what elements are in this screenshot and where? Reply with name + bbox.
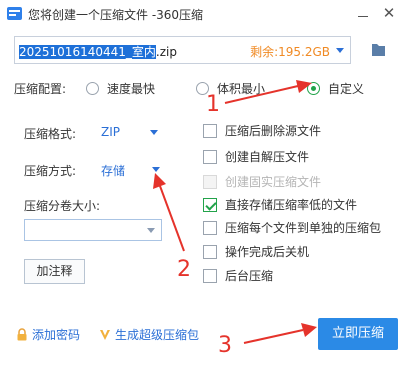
checkbox	[203, 220, 217, 235]
radio-label: 速度最快	[107, 82, 156, 96]
option-background[interactable]: 后台压缩	[203, 267, 273, 284]
checkbox-disabled	[203, 174, 217, 189]
checkbox-label: 操作完成后关机	[225, 245, 310, 259]
minimize-button[interactable]	[355, 6, 371, 22]
output-path-field[interactable]: 20251016140441_室内.zip 剩余:195.2GB	[14, 36, 351, 64]
add-comment-button[interactable]: 加注释	[24, 259, 85, 284]
checkbox-label: 创建自解压文件	[225, 150, 310, 164]
annotation-arrow-3	[243, 323, 317, 344]
option-create-sfx[interactable]: 创建自解压文件	[203, 148, 309, 165]
volume-size-combobox[interactable]	[24, 219, 162, 241]
option-shutdown-after[interactable]: 操作完成后关机	[203, 243, 309, 260]
lock-icon	[17, 328, 27, 341]
free-space-label: 剩余:195.2GB	[250, 45, 330, 59]
radio-indicator-checked	[307, 82, 320, 95]
checkbox-label: 后台压缩	[225, 269, 274, 283]
checkbox-label: 直接存储压缩率低的文件	[225, 198, 358, 212]
option-solid-archive: 创建固实压缩文件	[203, 173, 321, 190]
annotation-number-3: 3	[218, 333, 232, 358]
browse-folder-button[interactable]	[360, 36, 396, 64]
format-dropdown-icon[interactable]	[150, 130, 158, 135]
super-compress-link[interactable]: 生成超级压缩包	[99, 326, 199, 343]
method-label: 压缩方式:	[24, 164, 77, 178]
checkbox-checked	[203, 197, 217, 212]
add-password-link[interactable]: 添加密码	[16, 326, 80, 343]
window-title: 您将创建一个压缩文件 -360压缩	[28, 8, 204, 22]
method-select[interactable]: 存储	[101, 162, 125, 179]
option-separate-archives[interactable]: 压缩每个文件到单独的压缩包	[203, 219, 381, 236]
v-badge-icon	[100, 330, 110, 340]
path-dropdown-icon[interactable]	[336, 48, 344, 53]
config-radio-fastest[interactable]: 速度最快	[86, 80, 155, 97]
folder-icon	[372, 44, 385, 56]
checkbox-label: 创建固实压缩文件	[225, 175, 322, 189]
title-bar: 您将创建一个压缩文件 -360压缩 ✕	[0, 0, 410, 28]
option-delete-source[interactable]: 压缩后删除源文件	[203, 122, 321, 139]
radio-indicator	[86, 82, 99, 95]
filename-selected-text: 20251016140441_室内	[19, 45, 156, 59]
format-select[interactable]: ZIP	[101, 125, 120, 139]
checkbox	[203, 244, 217, 259]
output-filename[interactable]: 20251016140441_室内.zip	[19, 43, 177, 60]
annotation-number-2: 2	[177, 257, 191, 282]
filename-extension: .zip	[155, 45, 177, 59]
option-store-low-ratio[interactable]: 直接存储压缩率低的文件	[203, 196, 357, 213]
volume-size-label: 压缩分卷大小:	[24, 199, 101, 213]
radio-label: 自定义	[328, 82, 365, 96]
add-password-label: 添加密码	[32, 328, 81, 342]
close-button[interactable]: ✕	[380, 4, 398, 22]
compress-now-button[interactable]: 立即压缩	[318, 318, 398, 350]
checkbox-label: 压缩每个文件到单独的压缩包	[225, 221, 382, 235]
volume-dropdown-icon[interactable]	[147, 228, 155, 233]
app-logo-icon	[7, 7, 22, 20]
annotation-number-1: 1	[206, 92, 220, 117]
radio-label: 体积最小	[217, 82, 266, 96]
format-label: 压缩格式:	[24, 127, 77, 141]
checkbox-label: 压缩后删除源文件	[225, 124, 322, 138]
method-dropdown-icon[interactable]	[152, 167, 160, 172]
close-icon: ✕	[382, 4, 396, 22]
checkbox	[203, 268, 217, 283]
config-label: 压缩配置:	[14, 82, 67, 96]
super-compress-label: 生成超级压缩包	[115, 328, 200, 342]
checkbox	[203, 123, 217, 138]
checkbox	[203, 149, 217, 164]
config-radio-custom[interactable]: 自定义	[307, 80, 364, 97]
